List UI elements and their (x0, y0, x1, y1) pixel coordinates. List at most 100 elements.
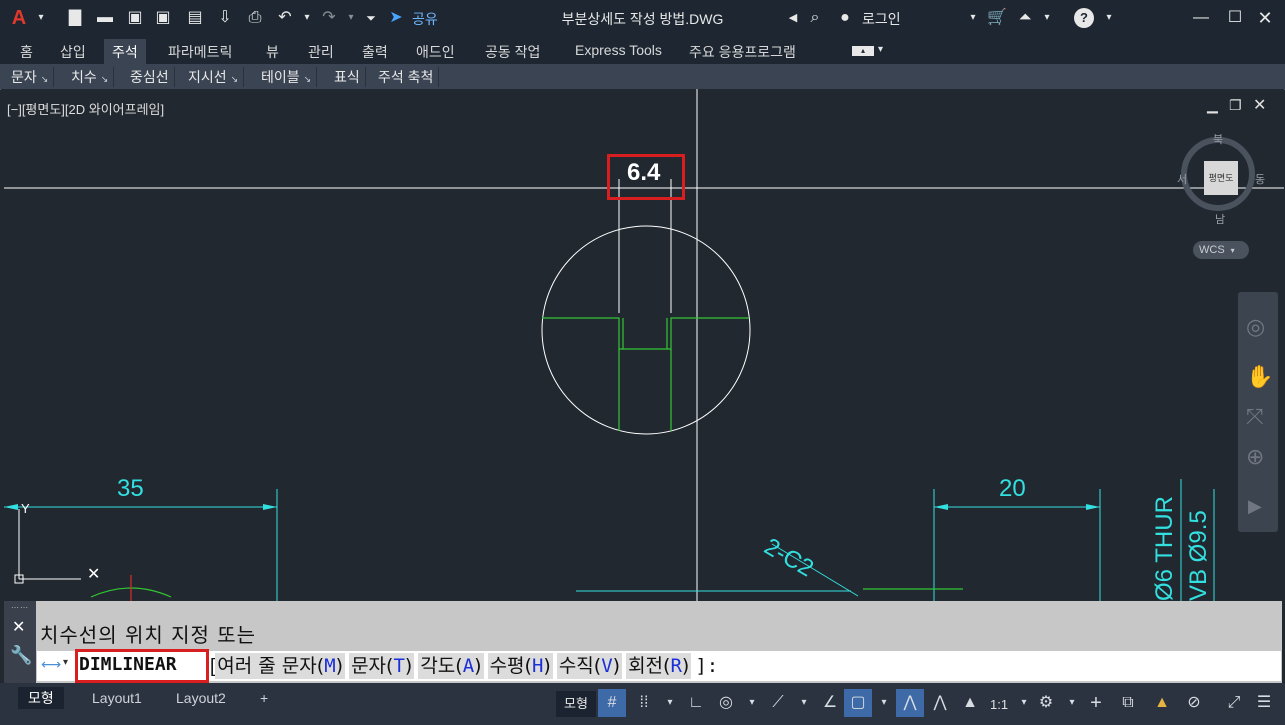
help-icon[interactable]: ? (1074, 8, 1094, 28)
clean-screen-icon[interactable]: ⤢ (1220, 689, 1248, 717)
tab-express-tools[interactable]: Express Tools (571, 42, 666, 58)
panel-annotation-scaling[interactable]: 주석 축척 (373, 67, 440, 87)
panel-tables[interactable]: 테이블 ↘ (256, 67, 318, 87)
customization-menu-icon[interactable]: ☰ (1250, 689, 1278, 717)
command-line[interactable]: ⋯⋯ ✕ 🔧 치수선의 위치 지정 또는 ⟷ ▾ DIMLINEAR [여러 줄… (4, 601, 1282, 683)
annotation-visibility-icon[interactable]: ⋀ (896, 689, 924, 717)
panel-text[interactable]: 문자 ↘ (6, 67, 55, 87)
grid-icon[interactable]: # (598, 689, 626, 717)
tab-insert[interactable]: 삽입 (56, 42, 90, 62)
maximize-icon[interactable]: ☐ (1224, 7, 1246, 29)
tab-view[interactable]: 뷰 (262, 42, 283, 62)
close-window-icon[interactable]: ✕ (1254, 7, 1276, 29)
tab-layout1[interactable]: Layout1 (82, 687, 152, 709)
store-cart-icon[interactable]: 🛒 (986, 7, 1008, 29)
tab-parametric[interactable]: 파라메트릭 (164, 42, 236, 62)
panel-markup[interactable]: 표식 (329, 67, 366, 87)
option-text[interactable]: 문자(T) (349, 653, 415, 679)
option-vertical[interactable]: 수직(V) (556, 653, 623, 679)
annotation-scale-icon[interactable]: ▲ (956, 689, 984, 717)
object-snap-tracking-icon[interactable]: ∠ (816, 689, 844, 717)
tab-model[interactable]: 모형 (18, 687, 64, 709)
open-web-icon[interactable]: ▤ (184, 7, 206, 29)
panel-launcher-icon[interactable]: ↘ (304, 74, 312, 84)
polar-dropdown-icon[interactable]: ▾ (738, 689, 766, 717)
panel-launcher-icon[interactable]: ↘ (231, 74, 239, 84)
login-dropdown-icon[interactable]: ▾ (962, 7, 984, 29)
app-menu-chevron-icon[interactable]: ▾ (30, 7, 52, 29)
pan-hand-icon[interactable]: ✋ (1246, 364, 1273, 390)
command-input[interactable]: ⟷ ▾ DIMLINEAR [여러 줄 문자(M) 문자(T) 각도(A) 수평(H)… (37, 649, 1281, 683)
snap-icon[interactable]: ⁞⁞ (630, 689, 658, 717)
isodraft-dropdown-icon[interactable]: ▾ (790, 689, 818, 717)
viewcube-face[interactable]: 평면도 (1204, 161, 1238, 195)
tab-output[interactable]: 출력 (358, 42, 392, 62)
polar-tracking-icon[interactable]: ◎ (712, 689, 740, 717)
save-as-icon[interactable]: ▣ (152, 7, 174, 29)
object-snap-dropdown-icon[interactable]: ▾ (870, 689, 898, 717)
panel-centerlines[interactable]: 중심선 (125, 67, 175, 87)
option-horizontal[interactable]: 수평(H) (487, 653, 553, 679)
panel-dimensions[interactable]: 치수 ↘ (66, 67, 115, 87)
ortho-icon[interactable]: ∟ (682, 689, 710, 717)
object-snap-icon[interactable]: ▢ (844, 689, 872, 717)
viewport-restore-icon[interactable]: ❐ (1229, 97, 1242, 114)
autocad-logo-icon[interactable]: A (8, 7, 30, 29)
save-icon[interactable]: ▣ (124, 7, 146, 29)
close-command-line-icon[interactable]: ✕ (12, 617, 25, 637)
customize-qat-icon[interactable]: ⏷ (360, 7, 382, 29)
panel-launcher-icon[interactable]: ↘ (101, 74, 109, 84)
quick-properties-icon[interactable]: ▲ (1148, 689, 1176, 717)
compass-east[interactable]: 동 (1255, 171, 1265, 187)
search-icon[interactable]: ⌕ (804, 7, 826, 29)
units-icon[interactable]: ⧉ (1114, 689, 1142, 717)
ucs-menu[interactable]: WCS ▾ (1193, 241, 1249, 259)
help-dropdown-icon[interactable]: ▾ (1098, 7, 1120, 29)
viewport-minimize-icon[interactable]: ▁ (1207, 97, 1218, 114)
viewport-controls-label[interactable]: [−][평면도][2D 와이어프레임] (7, 99, 164, 118)
export-icon[interactable]: ⇩ (214, 7, 236, 29)
compass-west[interactable]: 서 (1177, 171, 1187, 187)
minimize-icon[interactable]: — (1190, 7, 1212, 29)
showmotion-icon[interactable]: ▶ (1248, 496, 1262, 517)
autodesk-app-icon[interactable]: ⏶ (1014, 7, 1036, 29)
redo-icon[interactable]: ↷ (318, 7, 340, 29)
graphics-performance-icon[interactable]: ⊘ (1180, 689, 1208, 717)
snap-dropdown-icon[interactable]: ▾ (656, 689, 684, 717)
recent-commands-dropdown-icon[interactable]: ▾ (63, 657, 68, 668)
new-file-icon[interactable]: ▇ (64, 7, 86, 29)
zoom-extents-icon[interactable]: ⤧ (1246, 404, 1264, 430)
customize-wrench-icon[interactable]: 🔧 (10, 645, 32, 666)
tab-collaborate[interactable]: 공동 작업 (481, 42, 544, 62)
isodraft-icon[interactable]: ⟋ (764, 689, 792, 717)
tab-layout2[interactable]: Layout2 (166, 687, 236, 709)
plot-icon[interactable]: ⎙ (244, 7, 266, 29)
viewport-close-icon[interactable]: ✕ (1253, 95, 1266, 115)
annotation-monitor-icon[interactable]: + (1082, 689, 1110, 717)
tab-addins[interactable]: 애드인 (412, 42, 459, 62)
app-dropdown-icon[interactable]: ▾ (1036, 7, 1058, 29)
drawing-canvas[interactable]: Y ✕ [−][평면도][2D 와이어프레임] 6.4 35 20 2-C2 Ø… (1, 89, 1284, 601)
orbit-icon[interactable]: ⊕ (1246, 444, 1264, 470)
steering-wheel-icon[interactable]: ◎ (1246, 314, 1265, 340)
panel-launcher-icon[interactable]: ↘ (41, 74, 49, 84)
auto-scale-icon[interactable]: ⋀ (926, 689, 954, 717)
ribbon-options-chevron-icon[interactable]: ▾ (878, 44, 883, 55)
open-folder-icon[interactable]: ▬ (94, 7, 116, 29)
undo-icon[interactable]: ↶ (274, 7, 296, 29)
linear-dimension-icon[interactable]: ⟷ (41, 656, 61, 673)
model-space-button[interactable]: 모형 (556, 691, 596, 717)
option-rotated[interactable]: 회전(R) (626, 653, 692, 679)
tab-featured-apps[interactable]: 주요 응용프로그램 (685, 42, 800, 62)
search-expand-icon[interactable]: ◀ (782, 7, 804, 29)
redo-dropdown-icon[interactable]: ▾ (340, 7, 362, 29)
user-icon[interactable]: ● (834, 7, 856, 29)
ribbon-minimize-icon[interactable]: ▴ (852, 46, 874, 56)
add-layout-button[interactable]: + (250, 687, 278, 709)
option-angle[interactable]: 각도(A) (418, 653, 484, 679)
compass-north[interactable]: 북 (1213, 131, 1223, 147)
tab-annotate[interactable]: 주석 (104, 39, 146, 65)
compass-south[interactable]: 남 (1215, 211, 1225, 227)
tab-home[interactable]: 홈 (16, 42, 37, 62)
login-label[interactable]: 로그인 (862, 9, 901, 29)
